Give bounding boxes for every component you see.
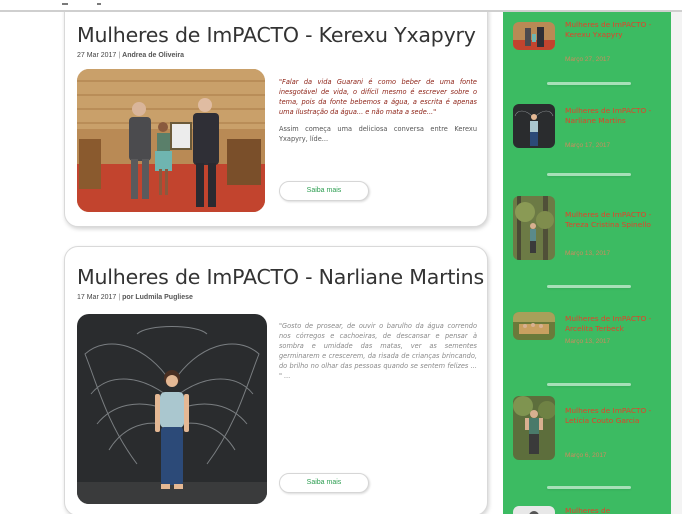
post-quote: "Gosto de prosear, de ouvir o barulho da…	[279, 322, 477, 380]
sidebar-thumbnail[interactable]	[513, 196, 555, 260]
post-date: 27 Mar 2017	[77, 52, 117, 59]
post-author[interactable]: Andrea de Oliveira	[122, 52, 184, 59]
browser-top-edge	[0, 0, 682, 12]
sidebar-divider	[547, 383, 631, 386]
page-scrollbar[interactable]	[671, 12, 682, 514]
forest-thumbnail-icon	[513, 196, 555, 260]
sidebar-post-title[interactable]: Mulheres de ImPACTO - Kerexu Yxapyry	[565, 20, 661, 40]
saiba-mais-button[interactable]: Saiba mais	[279, 473, 369, 493]
meta-separator: |	[118, 294, 121, 301]
top-edge-mark	[62, 3, 68, 5]
sidebar-post-date: Março 13, 2017	[565, 338, 611, 345]
sidebar-post-date: Março 6, 2017	[565, 452, 607, 459]
post-author[interactable]: por Ludmila Pugliese	[122, 294, 193, 301]
sidebar-post[interactable]: Mulheres de ImPACTO - Narliane Martins M…	[513, 102, 663, 162]
post-photo[interactable]	[77, 69, 265, 212]
sidebar-divider	[547, 82, 631, 85]
post-title[interactable]: Mulheres de ImPACTO - Kerexu Yxapyry	[77, 23, 476, 47]
sidebar-thumbnail[interactable]	[513, 22, 555, 50]
sidebar-post-date: Março 13, 2017	[565, 250, 611, 257]
ceremony-thumbnail-icon	[513, 22, 555, 50]
post-card: Mulheres de ImPACTO - Narliane Martins 1…	[64, 246, 488, 514]
sidebar-post-title[interactable]: Mulheres de ImPACTO - Narliane Martins	[565, 106, 661, 126]
award-ceremony-photo	[77, 69, 265, 212]
sidebar-post-date: Março 17, 2017	[565, 142, 611, 149]
sidebar-thumbnail[interactable]	[513, 312, 555, 340]
post-photo[interactable]	[77, 314, 267, 504]
sidebar-post[interactable]: Mulheres de ImPACTO - Arcelita Terbeck M…	[513, 308, 663, 362]
sidebar-thumbnail[interactable]	[513, 396, 555, 460]
wings-mural-photo	[77, 314, 267, 504]
post-excerpt: Assim começa uma deliciosa conversa entr…	[279, 125, 477, 143]
sidebar-post-date: Março 27, 2017	[565, 56, 611, 63]
sidebar-post[interactable]: Mulheres de	[513, 504, 663, 514]
saiba-mais-button[interactable]: Saiba mais	[279, 181, 369, 201]
post-quote: "Falar da vida Guarani é como beber de u…	[279, 78, 477, 116]
sidebar-divider	[547, 173, 631, 176]
post-date: 17 Mar 2017	[77, 294, 117, 301]
sidebar-post[interactable]: Mulheres de ImPACTO - Letícia Couto Garc…	[513, 396, 663, 476]
post-list: Mulheres de ImPACTO - Kerexu Yxapyry 27 …	[58, 12, 494, 514]
portrait-thumbnail-icon	[513, 104, 555, 148]
sidebar-post[interactable]: Mulheres de ImPACTO - Tereza Cristina Sp…	[513, 196, 663, 268]
partial-thumbnail-icon	[513, 506, 555, 514]
recent-posts-sidebar: Mulheres de ImPACTO - Kerexu Yxapyry Mar…	[503, 12, 671, 514]
sidebar-thumbnail[interactable]	[513, 104, 555, 148]
meta-separator: |	[118, 52, 121, 59]
sidebar-post-title[interactable]: Mulheres de ImPACTO - Tereza Cristina Sp…	[565, 210, 661, 230]
post-meta: 17 Mar 2017 | por Ludmila Pugliese	[77, 294, 193, 301]
top-edge-mark	[97, 3, 101, 5]
woman-forest-thumbnail-icon	[513, 396, 555, 460]
sidebar-divider	[547, 486, 631, 489]
post-meta: 27 Mar 2017 | Andrea de Oliveira	[77, 52, 184, 59]
sidebar-thumbnail[interactable]	[513, 506, 555, 514]
sidebar-post[interactable]: Mulheres de ImPACTO - Kerexu Yxapyry Mar…	[513, 18, 663, 68]
post-card: Mulheres de ImPACTO - Kerexu Yxapyry 27 …	[64, 12, 488, 227]
group-outdoor-thumbnail-icon	[513, 312, 555, 340]
sidebar-post-title[interactable]: Mulheres de ImPACTO - Arcelita Terbeck	[565, 314, 661, 334]
post-title[interactable]: Mulheres de ImPACTO - Narliane Martins	[77, 265, 484, 289]
sidebar-divider	[547, 285, 631, 288]
sidebar-post-title[interactable]: Mulheres de ImPACTO - Letícia Couto Garc…	[565, 406, 661, 426]
sidebar-post-title[interactable]: Mulheres de	[565, 506, 661, 514]
